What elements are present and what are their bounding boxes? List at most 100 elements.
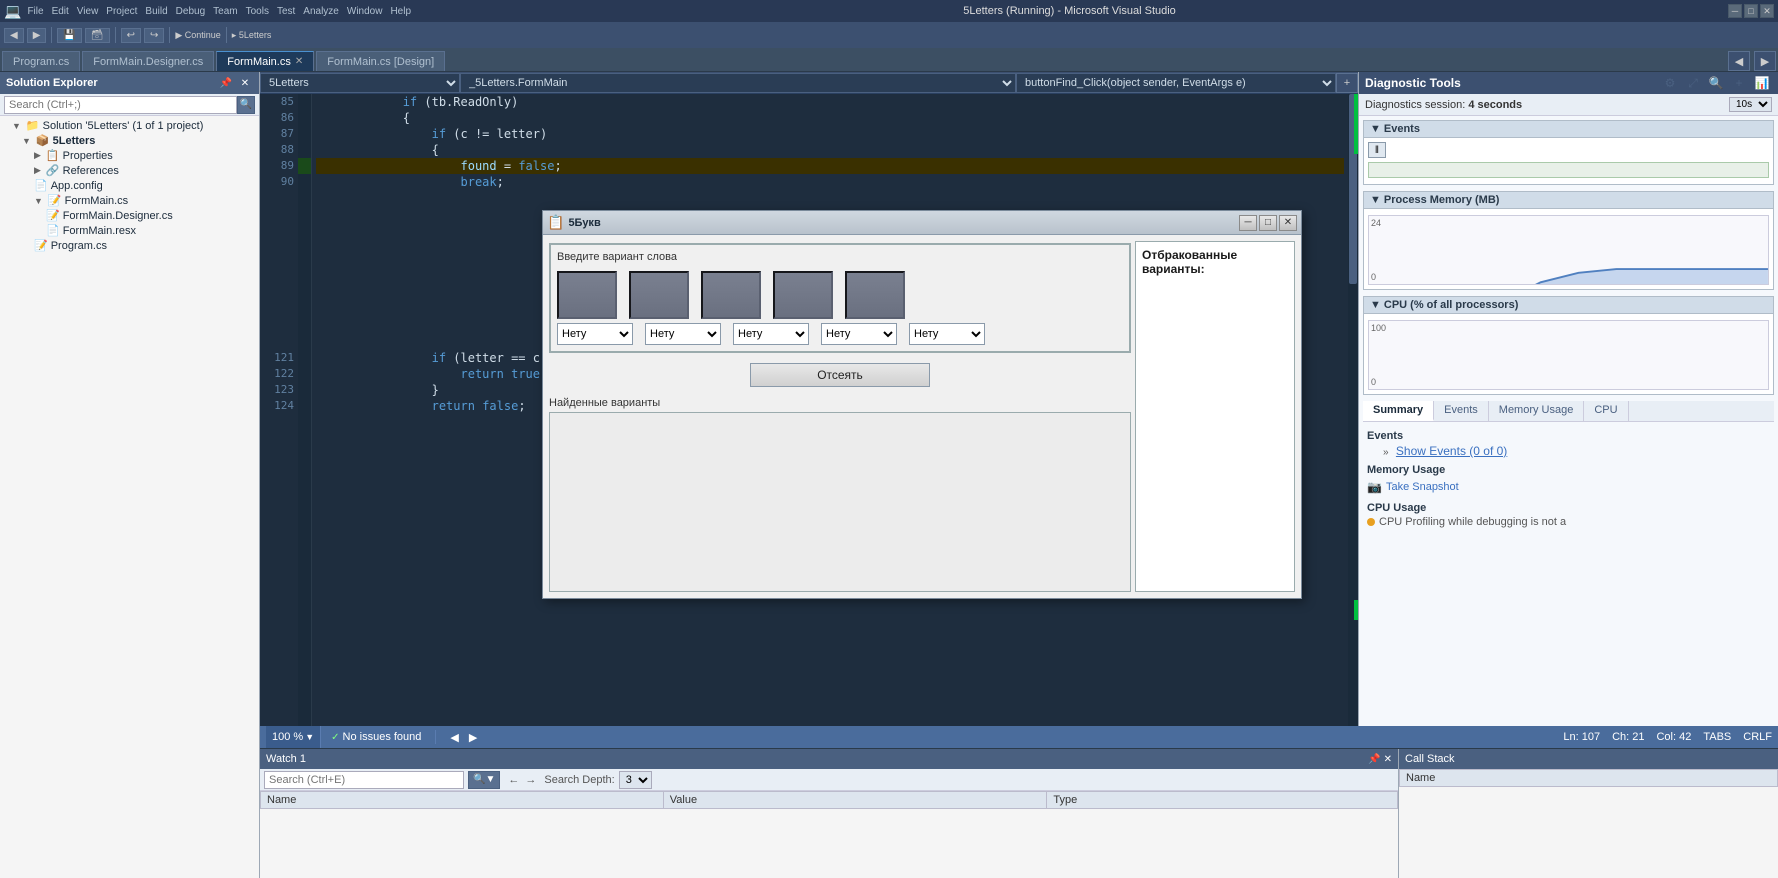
diag-tab-events[interactable]: Events: [1434, 401, 1489, 421]
menu-analyze[interactable]: Analyze: [303, 6, 339, 17]
toolbar-forward[interactable]: ▶: [27, 28, 47, 43]
app-maximize-button[interactable]: □: [1259, 215, 1277, 231]
menu-project[interactable]: Project: [106, 6, 137, 17]
solution-search-button[interactable]: 🔍: [237, 96, 255, 114]
menu-view[interactable]: View: [77, 6, 99, 17]
class-dropdown[interactable]: 5Letters: [260, 73, 460, 93]
letter-input-1[interactable]: [557, 271, 617, 319]
diag-settings-button[interactable]: ⚙: [1660, 73, 1680, 93]
tree-icon: 📝: [34, 239, 48, 252]
toolbar-back[interactable]: ◀: [4, 28, 24, 43]
scroll-gutter[interactable]: [1348, 94, 1358, 726]
tab-scroll-left[interactable]: ◀: [1728, 51, 1750, 71]
pause-button[interactable]: ‖: [1368, 142, 1386, 158]
letter-dropdown-1[interactable]: Нету: [557, 323, 633, 345]
panel-close-button[interactable]: ✕: [237, 75, 253, 91]
tree-icon: 📄: [46, 224, 60, 237]
menu-build[interactable]: Build: [145, 6, 167, 17]
toolbar-saveall[interactable]: 🗃: [85, 28, 110, 43]
tab-formmain-designer[interactable]: FormMain.Designer.cs: [82, 51, 214, 71]
menu-window[interactable]: Window: [347, 6, 383, 17]
pin-button[interactable]: 📌: [218, 75, 234, 91]
app-minimize-button[interactable]: ─: [1239, 215, 1257, 231]
status-bar: 100 % ▼ ✓ No issues found ◀ ▶ Ln: 107 Ch…: [260, 726, 1778, 748]
letter-input-4[interactable]: [773, 271, 833, 319]
tree-item-formmain-resx[interactable]: 📄 FormMain.resx: [0, 223, 259, 238]
nav-forward-icon[interactable]: ▶: [469, 731, 477, 744]
menu-tools[interactable]: Tools: [246, 6, 269, 17]
diag-zoomin-button[interactable]: +: [1729, 73, 1749, 93]
nav-back-icon[interactable]: ◀: [450, 731, 458, 744]
letter-dropdown-2[interactable]: Нету: [645, 323, 721, 345]
filter-button[interactable]: Отсеять: [750, 363, 930, 387]
menu-file[interactable]: File: [27, 6, 43, 17]
maximize-button[interactable]: □: [1744, 4, 1758, 18]
menu-test[interactable]: Test: [277, 6, 295, 17]
member-dropdown[interactable]: _5Letters.FormMain: [460, 73, 1016, 93]
toolbar-undo[interactable]: ↩: [121, 28, 141, 43]
tree-item-references[interactable]: ▶ 🔗 References: [0, 163, 259, 178]
diag-detach-button[interactable]: ⤢: [1683, 73, 1703, 93]
watch-close-button[interactable]: ✕: [1384, 754, 1392, 765]
diag-events-header[interactable]: ▼ Events: [1363, 120, 1774, 138]
diag-tab-summary[interactable]: Summary: [1363, 401, 1434, 421]
diag-chart-button[interactable]: 📊: [1752, 73, 1772, 93]
diag-tab-memory-usage[interactable]: Memory Usage: [1489, 401, 1585, 421]
tab-label: CPU: [1594, 404, 1617, 416]
tree-item-5letters[interactable]: ▼ 📦 5Letters: [0, 133, 259, 148]
diag-memory-label: Process Memory (MB): [1384, 194, 1500, 206]
tab-formmain-cs[interactable]: FormMain.cs ✕: [216, 51, 314, 71]
letter-input-5[interactable]: [845, 271, 905, 319]
diag-memory-header[interactable]: ▼ Process Memory (MB): [1363, 191, 1774, 209]
code-line-86: {: [316, 110, 1344, 126]
show-events-link[interactable]: Show Events (0 of 0): [1396, 444, 1507, 458]
tab-scroll-right[interactable]: ▶: [1754, 51, 1776, 71]
tree-item-solution[interactable]: ▼ 📁 Solution '5Letters' (1 of 1 project): [0, 118, 259, 133]
solution-tree: ▼ 📁 Solution '5Letters' (1 of 1 project)…: [0, 116, 259, 878]
app-close-button[interactable]: ✕: [1279, 215, 1297, 231]
menu-debug[interactable]: Debug: [176, 6, 205, 17]
menu-help[interactable]: Help: [390, 6, 411, 17]
letter-dropdown-4[interactable]: Нету: [821, 323, 897, 345]
tree-item-appconfig[interactable]: 📄 App.config: [0, 178, 259, 193]
watch-pin-button[interactable]: 📌: [1368, 754, 1380, 765]
watch-search-button[interactable]: 🔍▼: [468, 771, 500, 789]
diag-search-button[interactable]: 🔍: [1706, 73, 1726, 93]
tree-item-formmain-cs[interactable]: ▼ 📝 FormMain.cs: [0, 193, 259, 208]
line-num-122: 122: [260, 366, 294, 382]
tab-formmain-design[interactable]: FormMain.cs [Design]: [316, 51, 445, 71]
take-snapshot-label: Take Snapshot: [1386, 481, 1459, 493]
app-right: Отбракованные варианты:: [1135, 241, 1295, 592]
search-depth-select[interactable]: 3: [619, 771, 652, 789]
diag-cpu-header[interactable]: ▼ CPU (% of all processors): [1363, 296, 1774, 314]
tab-close-icon[interactable]: ✕: [295, 56, 303, 67]
diag-time-select[interactable]: 10s: [1729, 97, 1772, 112]
menu-edit[interactable]: Edit: [52, 6, 69, 17]
letter-dropdown-5[interactable]: Нету: [909, 323, 985, 345]
menu-team[interactable]: Team: [213, 6, 237, 17]
take-snapshot-button[interactable]: 📷 Take Snapshot: [1367, 478, 1459, 496]
tree-item-formmain-designer[interactable]: 📝 FormMain.Designer.cs: [0, 208, 259, 223]
minimize-button[interactable]: ─: [1728, 4, 1742, 18]
position-text: Ln: 107: [1563, 731, 1600, 743]
method-dropdown[interactable]: buttonFind_Click(object sender, EventArg…: [1016, 73, 1336, 93]
toolbar-redo[interactable]: ↪: [144, 28, 164, 43]
tree-item-program-cs[interactable]: 📝 Program.cs: [0, 238, 259, 253]
letter-input-2[interactable]: [629, 271, 689, 319]
tree-label: FormMain.cs: [65, 195, 129, 207]
line-num-88: 88: [260, 142, 294, 158]
solution-search-input[interactable]: [4, 96, 237, 114]
status-zoom[interactable]: 100 % ▼: [266, 726, 321, 748]
toolbar-save[interactable]: 💾: [57, 28, 81, 43]
nav-add-button[interactable]: +: [1336, 73, 1358, 93]
letter-dropdown-3[interactable]: Нету: [733, 323, 809, 345]
watch-search-input[interactable]: [264, 771, 464, 789]
tab-program-cs[interactable]: Program.cs: [2, 51, 80, 71]
letter-input-3[interactable]: [701, 271, 761, 319]
solution-search-bar: 🔍: [0, 94, 259, 116]
window-title: 5Letters (Running) - Microsoft Visual St…: [411, 5, 1728, 17]
vs-title-bar: 💻 File Edit View Project Build Debug Tea…: [0, 0, 1778, 22]
close-button[interactable]: ✕: [1760, 4, 1774, 18]
diag-tab-cpu[interactable]: CPU: [1584, 401, 1628, 421]
tree-item-properties[interactable]: ▶ 📋 Properties: [0, 148, 259, 163]
